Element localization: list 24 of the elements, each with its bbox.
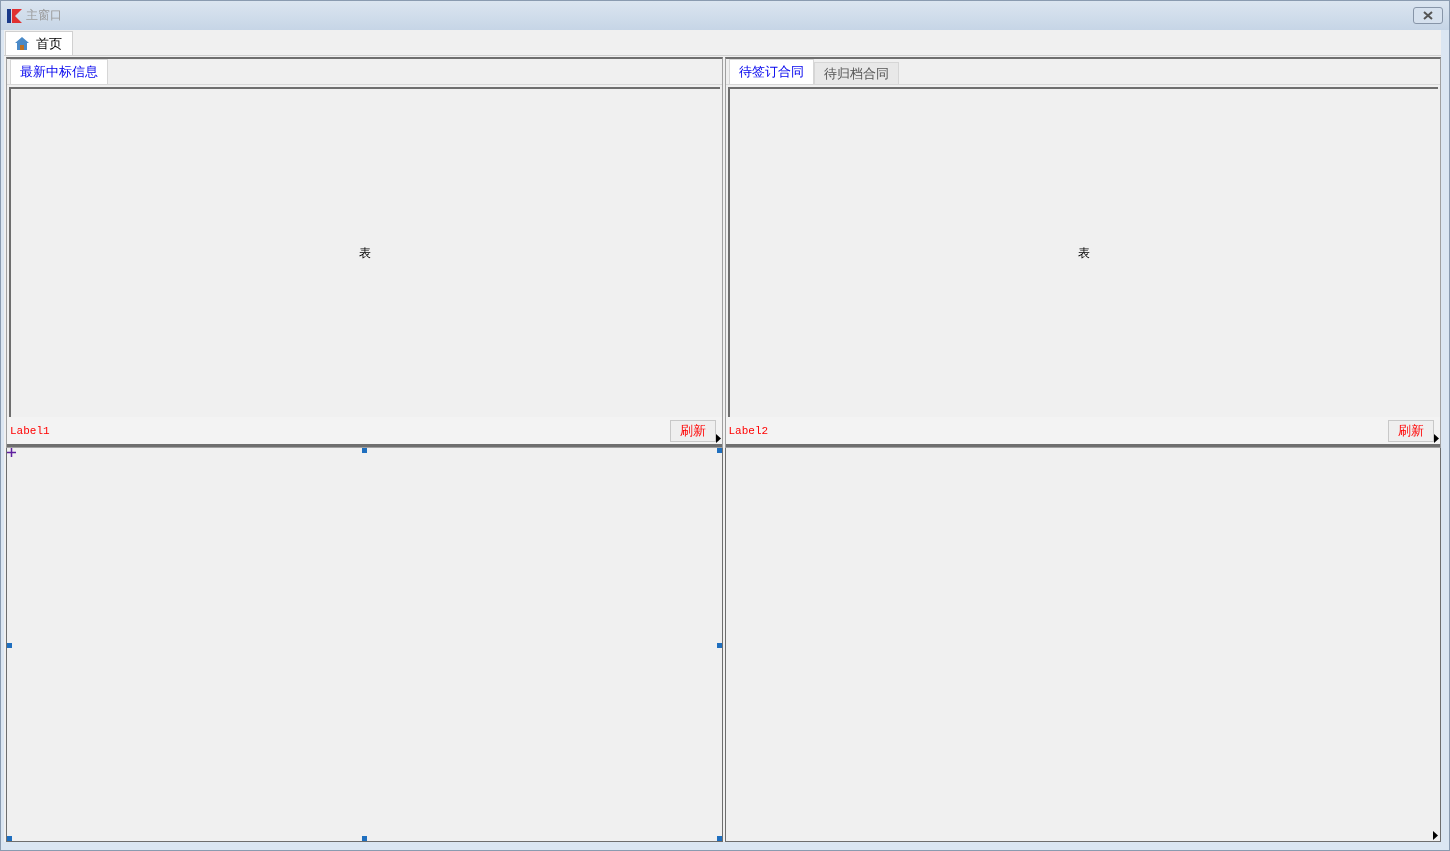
- table-placeholder-label: 表: [1077, 244, 1090, 262]
- house-icon: [14, 36, 30, 51]
- resize-handle[interactable]: [362, 836, 368, 841]
- resize-handle[interactable]: [7, 642, 12, 648]
- close-button[interactable]: [1413, 7, 1443, 24]
- footer-label: Label1: [10, 424, 50, 437]
- resize-handle[interactable]: [716, 836, 722, 841]
- panel-tab[interactable]: 最新中标信息: [10, 59, 108, 84]
- home-tab[interactable]: 首页: [5, 31, 73, 55]
- arrow-icon: [715, 434, 721, 443]
- arrow-icon: [1433, 831, 1438, 840]
- table-placeholder-label: 表: [359, 244, 372, 262]
- resize-handle[interactable]: [7, 836, 12, 841]
- footer-label: Label2: [728, 424, 769, 437]
- move-handle-icon[interactable]: [7, 448, 16, 457]
- panel-tab[interactable]: 待归档合同: [813, 62, 899, 84]
- resize-handle[interactable]: [716, 642, 722, 648]
- close-icon: [1422, 11, 1434, 20]
- resize-handle[interactable]: [716, 448, 722, 453]
- window-title: 主窗口: [26, 7, 62, 24]
- app-logo-icon: [7, 7, 23, 24]
- arrow-icon: [1434, 434, 1439, 443]
- resize-handle[interactable]: [362, 448, 368, 453]
- panel-tab[interactable]: 待签订合同: [728, 59, 814, 84]
